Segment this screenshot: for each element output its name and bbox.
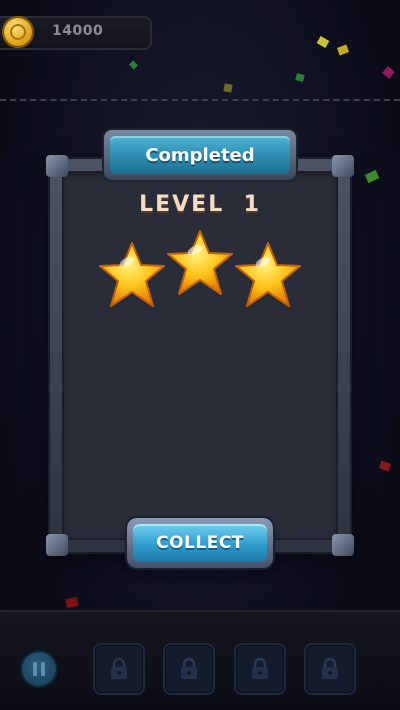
- lock-icon: [250, 657, 270, 685]
- panel-corner: [332, 534, 354, 556]
- panel-inner: [62, 171, 338, 540]
- level-label: LEVEL 1: [50, 192, 350, 217]
- star-icon: [233, 240, 303, 312]
- title-banner: Completed: [104, 130, 296, 180]
- confetti-piece: [336, 44, 350, 56]
- confetti-piece: [223, 83, 233, 93]
- locked-slot[interactable]: [165, 645, 213, 693]
- level-complete-panel: [46, 155, 354, 556]
- locked-slot[interactable]: [236, 645, 284, 693]
- locked-slot[interactable]: [95, 645, 143, 693]
- star-rating: [95, 228, 305, 318]
- dialog-title: Completed: [145, 144, 255, 166]
- star-icon: [97, 240, 167, 312]
- panel-corner: [46, 155, 68, 177]
- pause-icon: [33, 662, 37, 676]
- lock-icon: [109, 657, 129, 685]
- collect-button[interactable]: COLLECT: [127, 518, 273, 568]
- confetti-piece: [378, 460, 392, 472]
- pause-button[interactable]: [22, 652, 56, 686]
- lock-icon: [320, 657, 340, 685]
- collect-button-label: COLLECT: [156, 533, 244, 553]
- locked-slot[interactable]: [306, 645, 354, 693]
- gold-coin-icon: [2, 16, 34, 48]
- coin-count: 14000: [52, 23, 104, 39]
- confetti-piece: [128, 60, 139, 70]
- confetti-piece: [65, 597, 79, 608]
- lock-icon: [179, 657, 199, 685]
- star-icon: [165, 228, 235, 300]
- danger-line: [0, 99, 400, 101]
- panel-corner: [46, 534, 68, 556]
- confetti-piece: [316, 36, 330, 48]
- game-screen: 14000 Completed LEVEL 1 COLLECT: [0, 0, 400, 710]
- level-number: 1: [243, 192, 261, 217]
- level-word: LEVEL: [139, 192, 225, 217]
- confetti-piece: [364, 169, 380, 184]
- confetti-piece: [382, 66, 395, 79]
- panel-corner: [332, 155, 354, 177]
- confetti-piece: [295, 73, 305, 82]
